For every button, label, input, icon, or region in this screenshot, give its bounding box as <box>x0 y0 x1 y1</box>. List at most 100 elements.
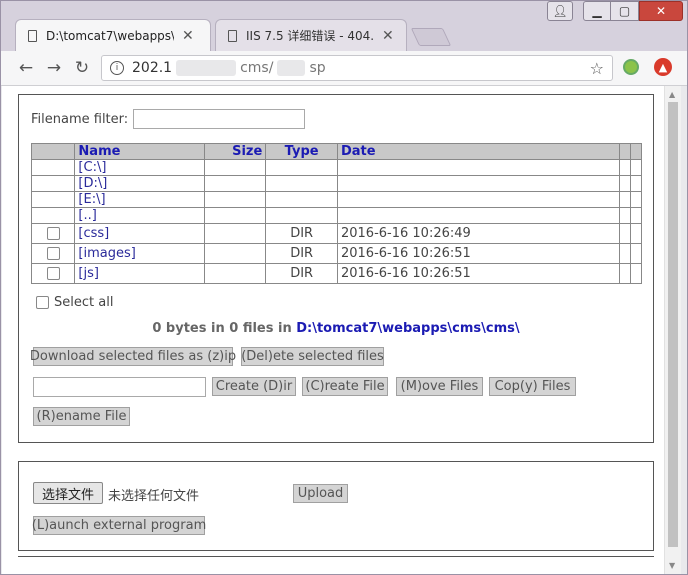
header-select <box>30 143 76 160</box>
select-cell <box>30 223 76 244</box>
upload-button[interactable]: Upload <box>293 484 348 503</box>
select-all-row[interactable]: Select all <box>36 295 113 310</box>
close-tab-icon[interactable]: ✕ <box>182 28 194 44</box>
tab-active[interactable]: D:\tomcat7\webapps\c ✕ <box>15 19 211 51</box>
date-cell <box>336 175 620 192</box>
forward-arrow-icon[interactable]: → <box>43 57 65 79</box>
extension-green-icon[interactable] <box>623 59 639 75</box>
minimize-button[interactable]: ▁ <box>583 1 611 21</box>
name-cell[interactable]: [css] <box>74 223 205 244</box>
create-file-button[interactable]: (C)reate File <box>302 377 388 396</box>
header-name[interactable]: Name <box>74 143 205 160</box>
header-type[interactable]: Type <box>265 143 338 160</box>
back-arrow-icon[interactable]: ← <box>15 57 37 79</box>
divider <box>18 556 654 557</box>
extra-cell <box>629 175 643 192</box>
name-cell[interactable]: [js] <box>74 263 205 284</box>
select-cell <box>30 207 76 224</box>
select-all-checkbox[interactable] <box>36 296 49 309</box>
new-tab-button[interactable] <box>410 28 452 46</box>
extra-cell <box>618 207 631 224</box>
choose-file-button[interactable]: 选择文件 <box>33 482 103 504</box>
name-cell[interactable]: [E:\] <box>74 191 205 208</box>
filename-filter-input[interactable] <box>133 109 306 129</box>
extension-red-icon[interactable]: ▲ <box>654 58 672 76</box>
row-checkbox[interactable] <box>46 247 60 260</box>
file-table: Name Size Type Date [C:\] [D:\] [E:\] [..][… <box>30 143 643 284</box>
tab-iis-error[interactable]: IIS 7.5 详细错误 - 404.0 ✕ <box>215 19 407 51</box>
select-cell <box>30 175 76 192</box>
extra-cell <box>629 263 643 284</box>
copy-files-button[interactable]: Cop(y) Files <box>489 377 576 396</box>
table-row[interactable]: [D:\] <box>30 175 643 192</box>
upload-panel: 选择文件 未选择任何文件 Upload (L)aunch external pr… <box>18 461 654 551</box>
extra-cell <box>618 191 631 208</box>
summary-count: 0 bytes in 0 files in <box>152 321 297 336</box>
extra-cell <box>629 223 643 244</box>
table-row[interactable]: [images] DIR 2016-6-16 10:26:51 <box>30 243 643 264</box>
address-text-end: sp <box>309 60 326 76</box>
select-cell <box>30 243 76 264</box>
filter-row: Filename filter: <box>31 109 306 129</box>
extra-cell <box>629 207 643 224</box>
table-row[interactable]: [C:\] <box>30 159 643 176</box>
table-row[interactable]: [css] DIR 2016-6-16 10:26:49 <box>30 223 643 244</box>
size-cell <box>203 175 267 192</box>
create-dir-button[interactable]: Create (D)ir <box>212 377 296 396</box>
document-icon <box>28 29 37 42</box>
header-extra <box>629 143 643 160</box>
address-bar[interactable]: i 202.1 cms/ sp ☆ <box>101 55 613 81</box>
header-date[interactable]: Date <box>336 143 620 160</box>
name-cell[interactable]: [..] <box>74 207 205 224</box>
move-files-button[interactable]: (M)ove Files <box>396 377 483 396</box>
date-cell: 2016-6-16 10:26:49 <box>336 223 620 244</box>
row-checkbox[interactable] <box>46 227 60 240</box>
table-row[interactable]: [..] <box>30 207 643 224</box>
size-cell <box>203 191 267 208</box>
type-cell <box>265 159 338 176</box>
maximize-button[interactable]: ▢ <box>611 1 639 21</box>
select-cell <box>30 191 76 208</box>
download-zip-button[interactable]: Download selected files as (z)ip <box>30 347 236 366</box>
name-cell[interactable]: [images] <box>74 243 205 264</box>
user-icon[interactable]: 👤︎ <box>547 1 573 21</box>
launch-program-button[interactable]: (L)aunch external program <box>32 516 206 535</box>
redacted-address <box>277 60 306 76</box>
type-cell: DIR <box>265 263 338 284</box>
document-icon <box>228 29 237 42</box>
row-checkbox[interactable] <box>46 267 60 280</box>
filter-label: Filename filter: <box>31 111 129 127</box>
close-tab-icon[interactable]: ✕ <box>382 28 394 44</box>
scrollbar-thumb[interactable] <box>668 102 678 547</box>
reload-icon[interactable]: ↻ <box>71 57 93 79</box>
vertical-scrollbar[interactable]: ▲ ▼ <box>664 86 681 574</box>
table-row[interactable]: [js] DIR 2016-6-16 10:26:51 <box>30 263 643 284</box>
info-icon[interactable]: i <box>110 61 124 75</box>
name-cell[interactable]: [D:\] <box>74 175 205 192</box>
scroll-up-icon[interactable]: ▲ <box>669 90 675 99</box>
close-window-button[interactable]: ✕ <box>639 1 683 21</box>
rename-file-button[interactable]: (R)ename File <box>33 407 130 426</box>
delete-button[interactable]: (Del)ete selected files <box>241 347 384 366</box>
name-cell[interactable]: [C:\] <box>74 159 205 176</box>
summary-path: D:\tomcat7\webapps\cms\cms\ <box>296 321 520 336</box>
date-cell <box>336 207 620 224</box>
extra-cell <box>618 159 631 176</box>
size-cell <box>203 207 267 224</box>
header-size[interactable]: Size <box>203 143 267 160</box>
date-cell: 2016-6-16 10:26:51 <box>336 263 620 284</box>
redacted-address <box>176 60 237 76</box>
table-row[interactable]: [E:\] <box>30 191 643 208</box>
scroll-down-icon[interactable]: ▼ <box>669 561 675 570</box>
header-extra <box>618 143 631 160</box>
extra-cell <box>618 175 631 192</box>
extra-cell <box>618 243 631 264</box>
type-cell <box>265 191 338 208</box>
size-cell <box>203 159 267 176</box>
directory-name-input[interactable] <box>33 377 206 397</box>
browser-toolbar: ← → ↻ i 202.1 cms/ sp ☆ ▲ <box>1 51 687 86</box>
extra-cell <box>629 159 643 176</box>
type-cell <box>265 175 338 192</box>
size-cell <box>203 263 267 284</box>
star-icon[interactable]: ☆ <box>590 59 604 78</box>
